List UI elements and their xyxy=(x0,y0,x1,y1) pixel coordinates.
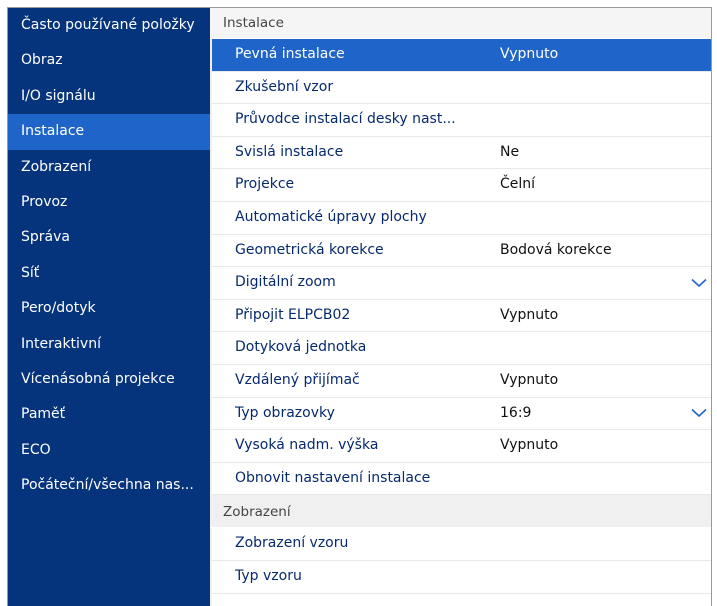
settings-row-typ-obrazovky[interactable]: Typ obrazovky 16:9 xyxy=(212,398,711,431)
settings-row-automaticke-upravy[interactable]: Automatické úpravy plochy xyxy=(212,202,711,235)
row-label: Pevná instalace xyxy=(235,39,345,71)
settings-row-typ-vzoru[interactable]: Typ vzoru xyxy=(212,561,711,594)
settings-row-svisla-instalace[interactable]: Svislá instalace Ne xyxy=(212,137,711,170)
row-label: Automatické úpravy plochy xyxy=(235,202,427,234)
chevron-down-icon[interactable] xyxy=(687,267,711,299)
sidebar-item-caste-pouzivane[interactable]: Často používané položky xyxy=(8,8,210,43)
row-label: Projekce xyxy=(235,169,294,201)
row-value: Vypnuto xyxy=(500,430,558,462)
sidebar-item-zobrazeni[interactable]: Zobrazení xyxy=(8,150,210,185)
settings-row-vzdaleny-prijimac[interactable]: Vzdálený přijímač Vypnuto xyxy=(212,365,711,398)
sidebar: Často používané položky Obraz I/O signál… xyxy=(8,8,210,606)
sidebar-item-interaktivni[interactable]: Interaktivní xyxy=(8,327,210,362)
settings-row-vysoka-nadm-vyska[interactable]: Vysoká nadm. výška Vypnuto xyxy=(212,430,711,463)
settings-row-pruvodce-instalaci[interactable]: Průvodce instalací desky nast... xyxy=(212,104,711,137)
row-value: Ne xyxy=(500,137,519,169)
row-label: Dotyková jednotka xyxy=(235,332,366,364)
settings-row-geometricka-korekce[interactable]: Geometrická korekce Bodová korekce xyxy=(212,235,711,268)
settings-row-projekce[interactable]: Projekce Čelní xyxy=(212,169,711,202)
row-label: Typ vzoru xyxy=(235,561,302,593)
sidebar-item-instalace[interactable]: Instalace xyxy=(8,114,210,149)
section-header-instalace: Instalace xyxy=(210,8,711,39)
row-value: Vypnuto xyxy=(500,365,558,397)
section-header-zobrazeni: Zobrazení xyxy=(210,496,711,528)
sidebar-item-pamet[interactable]: Paměť xyxy=(8,397,210,432)
row-label: Zkušební vzor xyxy=(235,72,333,104)
settings-row-obnovit-nastaveni[interactable]: Obnovit nastavení instalace xyxy=(212,463,711,496)
row-value: Bodová korekce xyxy=(500,235,612,267)
settings-row-pevna-instalace[interactable]: Pevná instalace Vypnuto xyxy=(212,39,711,72)
row-label: Vzdálený přijímač xyxy=(235,365,360,397)
settings-row-partial[interactable] xyxy=(212,594,711,606)
settings-window: Často používané položky Obraz I/O signál… xyxy=(7,7,712,606)
row-label: Typ obrazovky xyxy=(235,398,335,430)
settings-row-zkusebni-vzor[interactable]: Zkušební vzor xyxy=(212,72,711,105)
settings-row-pripojit-elpcb02[interactable]: Připojit ELPCB02 Vypnuto xyxy=(212,300,711,333)
row-label: Vysoká nadm. výška xyxy=(235,430,378,462)
sidebar-item-provoz[interactable]: Provoz xyxy=(8,185,210,220)
row-value: 16:9 xyxy=(500,398,531,430)
row-label: Digitální zoom xyxy=(235,267,336,299)
settings-panel: Instalace Pevná instalace Vypnuto Zkušeb… xyxy=(210,8,711,606)
row-value: Čelní xyxy=(500,169,535,201)
row-label: Geometrická korekce xyxy=(235,235,384,267)
row-label: Připojit ELPCB02 xyxy=(235,300,350,332)
chevron-down-icon[interactable] xyxy=(687,398,711,430)
sidebar-item-sprava[interactable]: Správa xyxy=(8,220,210,255)
settings-row-digitalni-zoom[interactable]: Digitální zoom xyxy=(212,267,711,300)
row-value: Vypnuto xyxy=(500,300,558,332)
row-value: Vypnuto xyxy=(500,39,558,71)
settings-row-zobrazeni-vzoru[interactable]: Zobrazení vzoru xyxy=(212,528,711,561)
row-label: Svislá instalace xyxy=(235,137,343,169)
sidebar-item-io-signalu[interactable]: I/O signálu xyxy=(8,79,210,114)
sidebar-item-sit[interactable]: Síť xyxy=(8,256,210,291)
sidebar-item-eco[interactable]: ECO xyxy=(8,433,210,468)
sidebar-item-pero-dotyk[interactable]: Pero/dotyk xyxy=(8,291,210,326)
sidebar-item-obraz[interactable]: Obraz xyxy=(8,43,210,78)
row-label: Obnovit nastavení instalace xyxy=(235,463,430,495)
row-label: Průvodce instalací desky nast... xyxy=(235,104,456,136)
sidebar-item-pocatecni[interactable]: Počáteční/všechna nas... xyxy=(8,468,210,503)
sidebar-item-vicenasobna-projekce[interactable]: Vícenásobná projekce xyxy=(8,362,210,397)
settings-row-dotykova-jednotka[interactable]: Dotyková jednotka xyxy=(212,332,711,365)
row-label: Zobrazení vzoru xyxy=(235,528,348,560)
